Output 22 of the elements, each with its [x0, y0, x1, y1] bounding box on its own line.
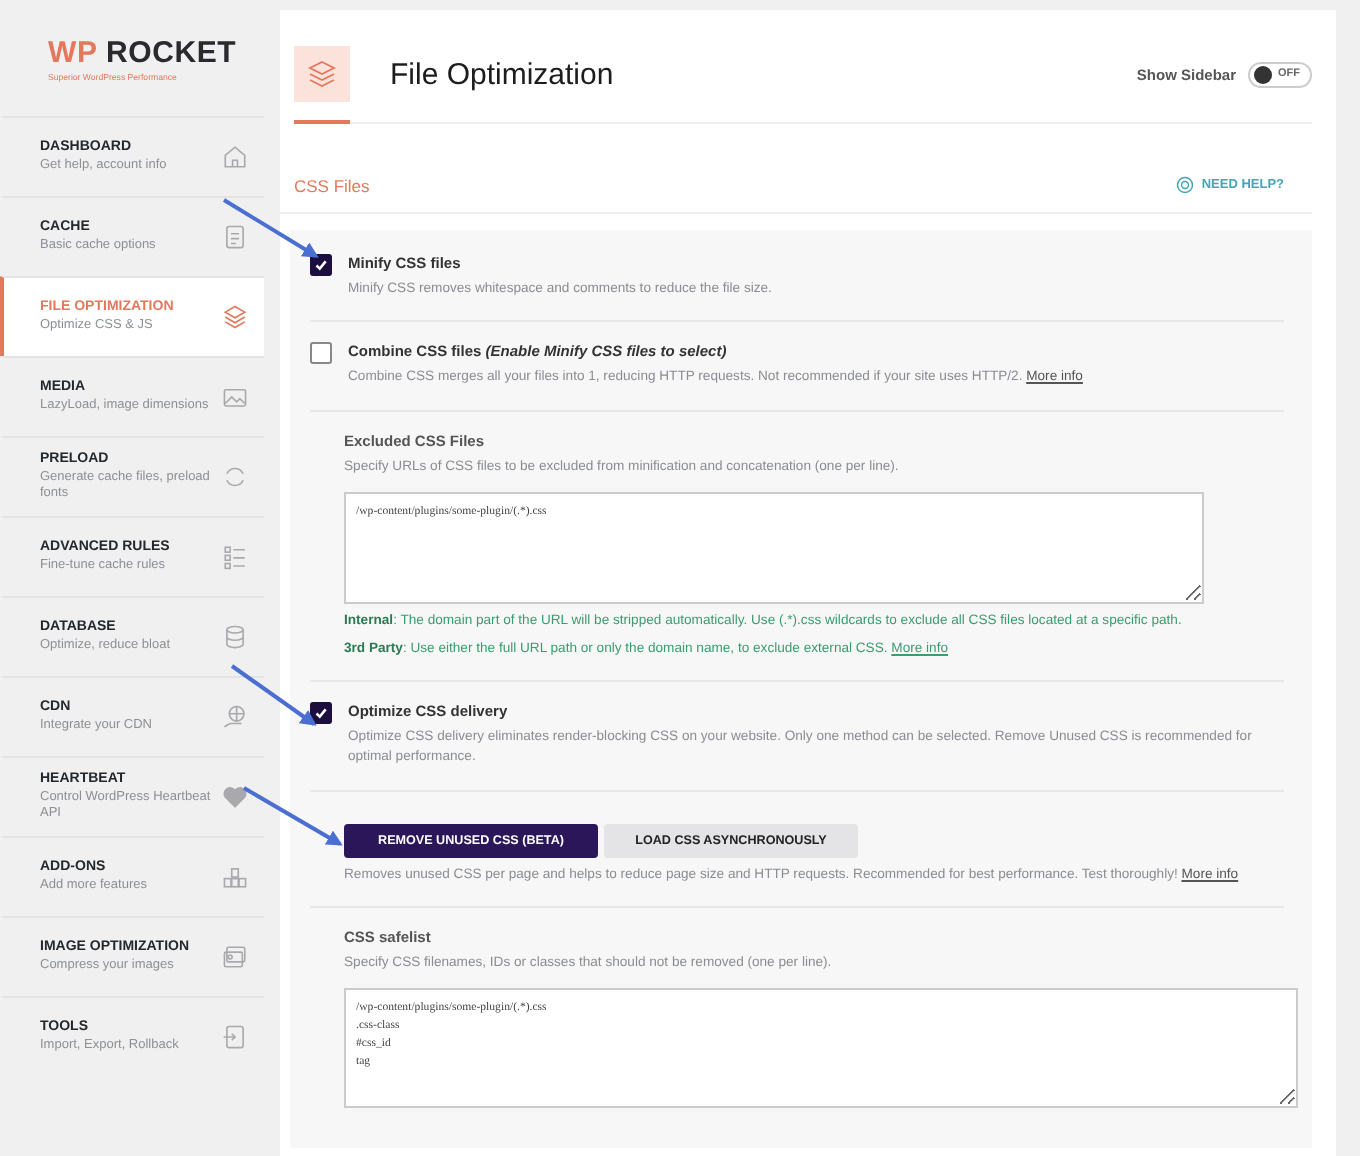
help-icon	[1175, 176, 1194, 195]
checkbox[interactable]	[310, 342, 332, 365]
annotation-arrow	[230, 664, 317, 726]
image-icon	[222, 384, 248, 410]
layers-icon	[222, 304, 248, 330]
globe-icon	[222, 704, 248, 730]
page-title: File Optimization	[390, 57, 616, 92]
checkbox[interactable]	[310, 701, 332, 724]
checkbox[interactable]	[310, 253, 332, 276]
boxes-icon	[222, 864, 248, 890]
database-icon	[222, 624, 248, 650]
layers-icon	[294, 46, 350, 103]
annotation-arrow	[243, 786, 343, 846]
document-icon	[222, 224, 248, 250]
refresh-icon	[222, 464, 248, 490]
export-icon	[222, 1024, 248, 1050]
home-icon	[222, 144, 248, 170]
images-icon	[222, 944, 248, 970]
heart-icon	[222, 784, 248, 810]
annotation-arrow	[222, 198, 319, 258]
section-title: CSS Files	[294, 175, 370, 196]
list-icon	[222, 544, 248, 570]
